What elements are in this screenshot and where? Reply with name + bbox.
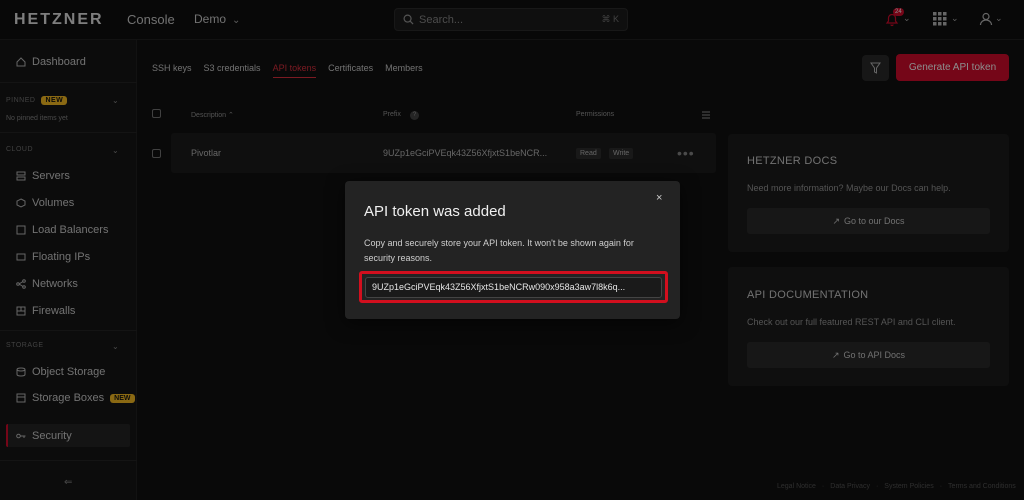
dialog-text: Copy and securely store your API token. … xyxy=(364,238,634,263)
api-token-field[interactable]: 9UZp1eGciPVEqk43Z56XfjxtS1beNCRw090x958a… xyxy=(365,277,662,298)
dialog-title: API token was added xyxy=(364,203,506,220)
close-icon[interactable]: × xyxy=(656,192,662,204)
api-token-added-dialog: × API token was added Copy and securely … xyxy=(345,181,680,319)
